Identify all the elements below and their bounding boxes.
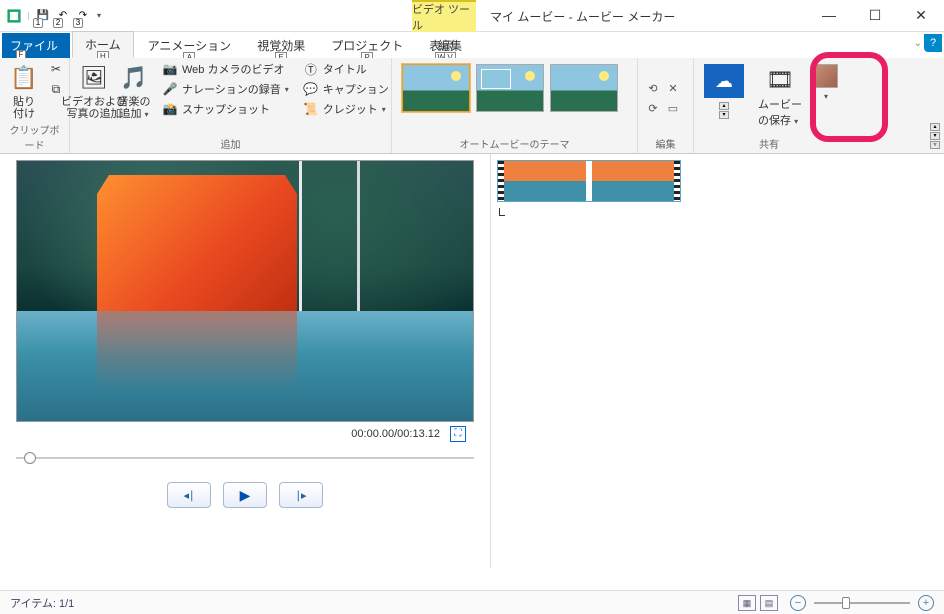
clipboard-icon: 📋 xyxy=(8,62,40,94)
signin-avatar[interactable] xyxy=(814,64,838,88)
caption-button[interactable]: 💬キャプション xyxy=(301,80,391,98)
ribbon: 📋 貼り 付け ✂ ⧉ クリップボード 🖼 ビデオおよび 写真の追加 🎵 音楽の… xyxy=(0,58,944,154)
timeline-pane[interactable] xyxy=(490,154,944,568)
theme-thumb-2[interactable] xyxy=(476,64,544,112)
preview-frame[interactable] xyxy=(16,160,474,422)
qat-customize-icon[interactable]: ▾ xyxy=(97,11,101,20)
tab-project[interactable]: プロジェクトP xyxy=(319,33,415,58)
theme-thumb-1[interactable] xyxy=(402,64,470,112)
zoom-slider[interactable] xyxy=(814,602,910,604)
theme-thumb-3[interactable] xyxy=(550,64,618,112)
zoom-in-button[interactable]: + xyxy=(918,595,934,611)
content-area: 00:00.00/00:13.12 ⛶ ◂∣ ▶ ∣▸ xyxy=(0,154,944,568)
status-items: アイテム: 1/1 xyxy=(10,595,74,611)
qat-save-icon[interactable]: 💾1 xyxy=(35,8,51,24)
title-bar: 💾1 ↶2 ↷3 ▾ ビデオ ツール マイ ムービー - ムービー メーカー —… xyxy=(0,0,944,32)
music-note-icon: 🎵 xyxy=(118,62,150,94)
text-icon: Ⓣ xyxy=(303,61,319,77)
select-all-icon[interactable]: ▭ xyxy=(664,99,682,117)
window-title: マイ ムービー - ムービー メーカー xyxy=(490,8,675,25)
tab-visual-effects[interactable]: 視覚効果E xyxy=(245,33,317,58)
contextual-tab-video-tools[interactable]: ビデオ ツール xyxy=(412,0,476,32)
group-add: 🖼 ビデオおよび 写真の追加 🎵 音楽の 追加 ▾ 📷Web カメラのビデオ 🎤… xyxy=(70,58,392,153)
tab-file[interactable]: ファイルF xyxy=(2,33,70,58)
microphone-icon: 🎤 xyxy=(162,81,178,97)
group-edit: ⟲ ✕ ⟳ ▭ 編集 xyxy=(638,58,694,153)
credit-button[interactable]: 📜クレジット ▾ xyxy=(301,100,391,118)
credit-icon: 📜 xyxy=(303,101,319,117)
play-button[interactable]: ▶ xyxy=(223,482,267,508)
time-display: 00:00.00/00:13.12 xyxy=(351,428,440,440)
theme-gallery-more[interactable]: ▴▾▿ xyxy=(930,123,940,149)
add-music-button[interactable]: 🎵 音楽の 追加 ▾ xyxy=(116,60,152,136)
rotate-left-icon[interactable]: ⟲ xyxy=(644,79,662,97)
view-detail-icon[interactable]: ▤ xyxy=(760,595,778,611)
status-bar: アイテム: 1/1 ▦ ▤ − + xyxy=(0,590,944,614)
copy-icon: ⧉ xyxy=(48,81,64,97)
seek-thumb[interactable] xyxy=(24,452,36,464)
onedrive-icon[interactable]: ☁ xyxy=(704,64,744,98)
view-thumb-icon[interactable]: ▦ xyxy=(738,595,756,611)
close-button[interactable]: ✕ xyxy=(898,0,944,30)
qat-redo-icon[interactable]: ↷3 xyxy=(75,8,91,24)
tab-home[interactable]: ホームH xyxy=(72,31,134,58)
qat-undo-icon[interactable]: ↶2 xyxy=(55,8,71,24)
title-button[interactable]: Ⓣタイトル xyxy=(301,60,391,78)
playhead[interactable] xyxy=(499,208,505,216)
scissors-icon: ✂ xyxy=(48,61,64,77)
prev-frame-button[interactable]: ◂∣ xyxy=(167,482,211,508)
seek-bar[interactable] xyxy=(16,450,474,466)
add-video-photo-button[interactable]: 🖼 ビデオおよび 写真の追加 xyxy=(76,60,112,136)
zoom-out-button[interactable]: − xyxy=(790,595,806,611)
group-share: ☁ ▴▾ 🎞 ムービー の保存 ▾ ▾ 共有 xyxy=(694,58,844,153)
ribbon-collapse-icon[interactable]: ⌄ xyxy=(914,38,922,49)
webcam-icon: 📷 xyxy=(162,61,178,77)
next-frame-button[interactable]: ∣▸ xyxy=(279,482,323,508)
fullscreen-icon[interactable]: ⛶ xyxy=(450,426,466,442)
photo-video-icon: 🖼 xyxy=(78,62,110,94)
timeline-clip[interactable] xyxy=(497,160,681,202)
quick-access-toolbar: 💾1 ↶2 ↷3 ▾ xyxy=(0,8,101,24)
ribbon-tabs: ファイルF ホームH アニメーションA 視覚効果E プロジェクトP 表示W 編集… xyxy=(0,32,944,58)
camera-icon: 📸 xyxy=(162,101,178,117)
minimize-button[interactable]: — xyxy=(806,0,852,30)
save-movie-button[interactable]: 🎞 ムービー の保存 ▾ xyxy=(752,60,808,132)
help-icon[interactable]: ? xyxy=(924,34,942,52)
maximize-button[interactable]: ☐ xyxy=(852,0,898,30)
narration-button[interactable]: 🎤ナレーションの録音 ▾ xyxy=(160,80,291,98)
zoom-control: − + xyxy=(790,595,934,611)
caption-icon: 💬 xyxy=(303,81,319,97)
film-save-icon: 🎞 xyxy=(764,64,796,96)
cut-button[interactable]: ✂ xyxy=(46,60,66,78)
snapshot-button[interactable]: 📸スナップショット xyxy=(160,100,291,118)
preview-pane: 00:00.00/00:13.12 ⛶ ◂∣ ▶ ∣▸ xyxy=(0,154,490,568)
rotate-right-icon[interactable]: ⟳ xyxy=(644,99,662,117)
paste-button[interactable]: 📋 貼り 付け xyxy=(6,60,42,122)
app-icon[interactable] xyxy=(6,8,22,24)
tab-edit[interactable]: 編集V xyxy=(426,33,474,58)
delete-icon[interactable]: ✕ xyxy=(664,79,682,97)
group-clipboard: 📋 貼り 付け ✂ ⧉ クリップボード xyxy=(0,58,70,153)
webcam-button[interactable]: 📷Web カメラのビデオ xyxy=(160,60,291,78)
tab-animation[interactable]: アニメーションA xyxy=(136,33,244,58)
group-themes: ▴▾▿ オートムービーのテーマ xyxy=(392,58,638,153)
